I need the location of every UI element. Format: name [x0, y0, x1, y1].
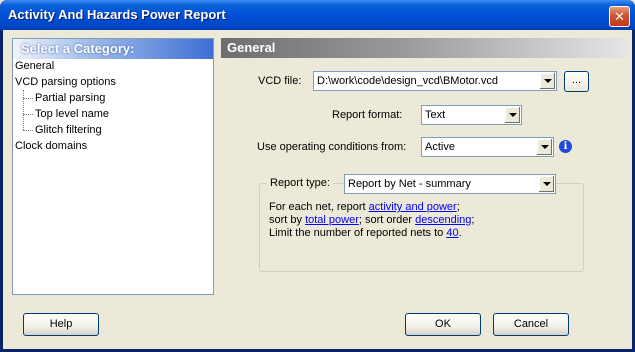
- section-title: General: [227, 40, 276, 55]
- tree-connector-line: [23, 114, 33, 115]
- report-type-value: Report by Net - summary: [348, 178, 471, 190]
- category-header-label: Select a Category:: [21, 41, 135, 56]
- report-type-label: Report type:: [267, 177, 333, 189]
- category-item-label: Clock domains: [15, 140, 88, 152]
- report-format-select[interactable]: Text: [421, 105, 522, 125]
- category-item-glitch-filtering[interactable]: Glitch filtering: [35, 124, 102, 136]
- category-item-partial-parsing[interactable]: Partial parsing: [35, 92, 105, 104]
- category-item-label: Glitch filtering: [35, 124, 102, 136]
- operating-conditions-label: Use operating conditions from:: [257, 141, 407, 153]
- info-icon[interactable]: i: [559, 140, 572, 153]
- dialog-client-area: Select a Category: General VCD parsing o…: [3, 30, 632, 349]
- help-button-label: Help: [49, 318, 73, 330]
- description-line-3: Limit the number of reported nets to 40.: [269, 227, 462, 239]
- ok-button[interactable]: OK: [405, 313, 481, 336]
- category-item-general[interactable]: General: [15, 60, 54, 72]
- chevron-down-icon[interactable]: [538, 176, 554, 192]
- close-icon: ✕: [614, 9, 625, 24]
- category-item-top-level-name[interactable]: Top level name: [35, 108, 109, 120]
- cancel-button-label: Cancel: [513, 318, 549, 330]
- chevron-down-icon[interactable]: [536, 139, 552, 155]
- descending-link[interactable]: descending: [415, 214, 471, 226]
- activity-and-power-link[interactable]: activity and power: [369, 201, 457, 213]
- description-line-2: sort by total power; sort order descendi…: [269, 214, 474, 226]
- category-panel-header: Select a Category:: [13, 39, 213, 59]
- description-line-1: For each net, report activity and power;: [269, 201, 460, 213]
- help-button[interactable]: Help: [23, 313, 99, 336]
- description-text: Limit the number of reported nets to: [269, 227, 447, 239]
- category-item-clock-domains[interactable]: Clock domains: [15, 140, 87, 152]
- description-text: For each net, report: [269, 201, 369, 213]
- tree-connector-line: [23, 98, 33, 99]
- vcd-file-value: D:\work\code\design_vcd\BMotor.vcd: [317, 75, 498, 87]
- description-text: ; sort order: [358, 214, 416, 226]
- tree-connector-line: [23, 90, 24, 130]
- chevron-down-icon[interactable]: [539, 73, 555, 89]
- operating-conditions-value: Active: [425, 141, 455, 153]
- report-format-value: Text: [425, 109, 446, 121]
- browse-button[interactable]: ...: [564, 71, 589, 92]
- ok-button-label: OK: [435, 318, 451, 330]
- operating-conditions-select[interactable]: Active: [421, 137, 554, 157]
- category-item-vcd-parsing-options[interactable]: VCD parsing options: [15, 76, 116, 88]
- description-text: sort by: [269, 214, 306, 226]
- category-item-label: General: [15, 60, 55, 72]
- cancel-button[interactable]: Cancel: [493, 313, 569, 336]
- browse-button-label: ...: [571, 74, 582, 86]
- report-format-label: Report format:: [332, 109, 403, 121]
- chevron-down-icon[interactable]: [504, 107, 520, 123]
- description-text: ;: [471, 214, 475, 226]
- vcd-file-label: VCD file:: [258, 75, 302, 87]
- title-bar[interactable]: Activity And Hazards Power Report ✕: [0, 0, 635, 30]
- window-title: Activity And Hazards Power Report: [8, 7, 226, 22]
- category-item-label: VCD parsing options: [15, 76, 116, 88]
- vcd-file-combo[interactable]: D:\work\code\design_vcd\BMotor.vcd: [313, 71, 557, 91]
- section-header: General: [221, 38, 628, 58]
- close-button[interactable]: ✕: [609, 6, 630, 27]
- description-text: .: [458, 227, 462, 239]
- category-item-label: Top level name: [35, 108, 109, 120]
- report-type-select[interactable]: Report by Net - summary: [344, 174, 556, 194]
- description-text: ;: [456, 201, 460, 213]
- dialog-window: Activity And Hazards Power Report ✕ Sele…: [0, 0, 635, 352]
- tree-connector-line: [23, 130, 33, 131]
- category-item-label: Partial parsing: [35, 92, 106, 104]
- total-power-link[interactable]: total power: [305, 214, 359, 226]
- net-limit-link[interactable]: 40: [446, 227, 458, 239]
- category-panel: Select a Category: General VCD parsing o…: [12, 38, 214, 295]
